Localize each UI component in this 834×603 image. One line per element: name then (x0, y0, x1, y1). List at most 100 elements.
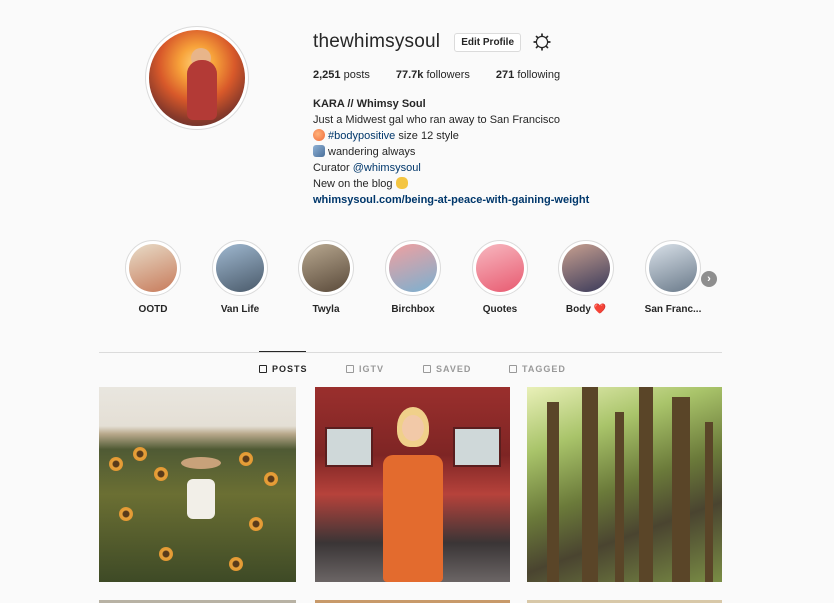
tab-saved-label: SAVED (436, 364, 472, 374)
post-thumbnail-3[interactable] (527, 387, 722, 582)
woman-in-orange-dress-figure (377, 407, 449, 582)
highlight-label: OOTD (138, 304, 168, 315)
highlight-cover-ootd (129, 244, 177, 292)
bio-full-name: KARA // Whimsy Soul (313, 98, 426, 110)
highlight-twyla[interactable]: Twyla (291, 240, 361, 315)
highlight-cover-twyla (302, 244, 350, 292)
highlight-label: Birchbox (391, 304, 435, 315)
redwood-trunk-shape (705, 422, 713, 582)
grid-icon (259, 365, 267, 373)
sunflower-shape (229, 557, 243, 571)
highlight-ring (645, 240, 701, 296)
username: thewhimsysoul (313, 31, 441, 52)
highlight-cover-van-life (216, 244, 264, 292)
bio-line-3-text: wandering always (328, 146, 416, 158)
posts-stat: 2,251 posts (313, 69, 370, 81)
highlight-birchbox[interactable]: Birchbox (378, 240, 448, 315)
bio-line-4: Curator @whimsysoul (313, 160, 589, 176)
van-window-shape (453, 427, 501, 467)
highlight-ootd[interactable]: OOTD (118, 240, 188, 315)
profile-bio: KARA // Whimsy Soul Just a Midwest gal w… (313, 96, 589, 208)
pointing-down-emoji-icon (395, 177, 408, 189)
peach-emoji-icon (313, 129, 325, 141)
highlight-ring (558, 240, 614, 296)
highlight-cover-body (562, 244, 610, 292)
highlight-san-francisco[interactable]: San Franc... (638, 240, 708, 315)
tab-tagged-label: TAGGED (522, 364, 566, 374)
profile-avatar[interactable] (145, 26, 249, 130)
airplane-emoji-icon (313, 145, 325, 157)
followers-stat[interactable]: 77.7k followers (396, 69, 470, 81)
avatar-image (149, 30, 245, 126)
orange-dress-shape (383, 455, 443, 582)
redwood-trunk-shape (547, 402, 559, 582)
post-thumbnail-2[interactable] (315, 387, 510, 582)
followers-count: 77.7k (395, 69, 424, 81)
white-shirt-shape (187, 479, 215, 519)
sunflower-shape (239, 452, 253, 466)
posts-label: posts (343, 69, 370, 81)
following-count: 271 (495, 69, 515, 81)
highlight-quotes[interactable]: Quotes (465, 240, 535, 315)
sunflower-shape (133, 447, 147, 461)
bio-line-4-prefix: Curator (313, 162, 353, 174)
highlight-ring (298, 240, 354, 296)
van-window-shape (325, 427, 373, 467)
highlight-ring (125, 240, 181, 296)
sunflower-shape (249, 517, 263, 531)
highlight-body[interactable]: Body ❤️ (551, 240, 621, 315)
highlight-label: Van Life (220, 304, 260, 315)
profile-stats: 2,251 posts 77.7k followers 271 followin… (313, 69, 586, 81)
followers-label: followers (426, 69, 470, 81)
highlight-ring (385, 240, 441, 296)
chevron-right-icon[interactable]: › (701, 271, 717, 287)
woman-in-hat-figure (179, 457, 223, 567)
sun-hat-shape (181, 457, 221, 469)
active-tab-indicator (259, 351, 306, 352)
tab-tagged[interactable]: TAGGED (509, 364, 566, 374)
highlight-cover-birchbox (389, 244, 437, 292)
redwood-trunk-shape (672, 397, 690, 582)
igtv-icon (346, 365, 354, 373)
bio-website-link[interactable]: whimsysoul.com/being-at-peace-with-gaini… (313, 192, 589, 208)
post-thumbnail-1[interactable] (99, 387, 296, 582)
bookmark-icon (423, 365, 431, 373)
highlight-label: Quotes (482, 304, 518, 315)
highlight-cover-quotes (476, 244, 524, 292)
sunflower-shape (119, 507, 133, 521)
following-label: following (517, 69, 561, 81)
highlight-ring (472, 240, 528, 296)
face-shape (402, 415, 424, 441)
bodypositive-hashtag-link[interactable]: #bodypositive (328, 130, 395, 142)
highlight-label: Twyla (312, 304, 340, 315)
avatar-figure-body (187, 60, 217, 120)
bio-line-3: wandering always (313, 144, 589, 160)
bio-line-5: New on the blog (313, 176, 589, 192)
tab-saved[interactable]: SAVED (423, 364, 471, 374)
following-stat[interactable]: 271 following (496, 69, 560, 81)
tag-icon (509, 365, 517, 373)
gear-icon[interactable] (533, 33, 551, 51)
bio-line-2: #bodypositive size 12 style (313, 128, 589, 144)
edit-profile-button[interactable]: Edit Profile (454, 32, 522, 52)
redwood-trunk-shape (615, 412, 624, 582)
tab-posts[interactable]: POSTS (259, 364, 308, 374)
bio-line-1: Just a Midwest gal who ran away to San F… (313, 114, 561, 126)
tabs-divider (99, 352, 722, 353)
sunflower-shape (109, 457, 123, 471)
sunflower-shape (154, 467, 168, 481)
highlight-ring (212, 240, 268, 296)
sunflower-shape (159, 547, 173, 561)
highlight-label: San Franc... (644, 304, 702, 315)
bio-line-2-text: size 12 style (395, 130, 459, 142)
profile-header: thewhimsysoul Edit Profile (313, 31, 551, 53)
highlight-van-life[interactable]: Van Life (205, 240, 275, 315)
whimsysoul-mention-link[interactable]: @whimsysoul (353, 162, 421, 174)
posts-count: 2,251 (313, 69, 341, 81)
redwood-trunk-shape (582, 387, 598, 582)
tab-igtv-label: IGTV (359, 364, 385, 374)
highlight-label: Body ❤️ (565, 304, 607, 315)
sunflower-shape (264, 472, 278, 486)
tab-posts-label: POSTS (272, 364, 308, 374)
tab-igtv[interactable]: IGTV (346, 364, 384, 374)
